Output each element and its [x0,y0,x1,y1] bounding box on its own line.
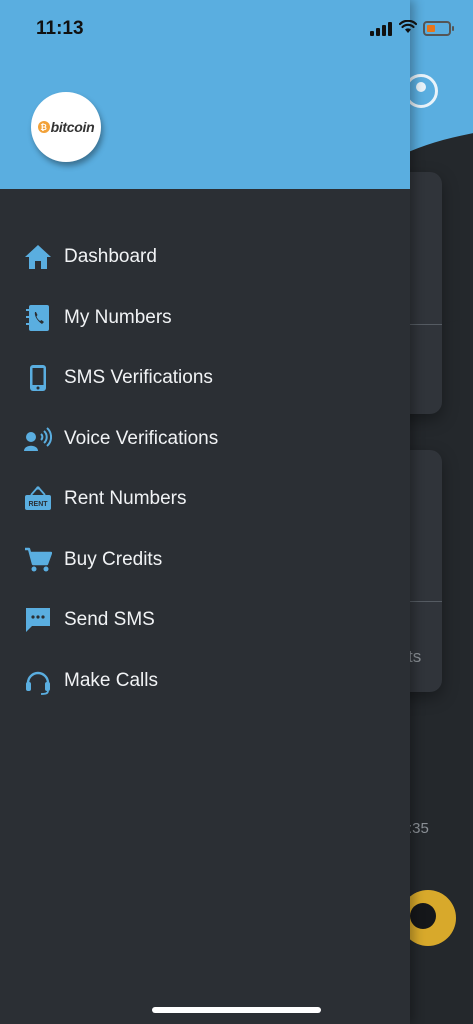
menu-item-send-sms[interactable]: Send SMS [0,590,410,651]
rent-sign-icon: RENT [24,485,52,513]
home-icon [24,243,52,271]
menu-item-buy-credits[interactable]: Buy Credits [0,530,410,591]
menu-item-label: Make Calls [64,669,158,691]
cellular-signal-icon [370,22,392,36]
bitcoin-logo: ₿ bitcoin [31,92,101,162]
menu-item-sms-verifications[interactable]: SMS Verifications [0,348,410,409]
logo-text: bitcoin [50,119,95,135]
menu-item-my-numbers[interactable]: My Numbers [0,288,410,349]
battery-icon [423,21,454,36]
svg-text:RENT: RENT [28,501,48,508]
menu-item-label: Buy Credits [64,548,163,570]
menu-item-voice-verifications[interactable]: Voice Verifications [0,409,410,470]
home-indicator[interactable] [152,1007,321,1013]
background-time-text: :35 [408,820,429,837]
chat-bubble-icon [24,606,52,634]
menu-item-make-calls[interactable]: Make Calls [0,651,410,712]
menu-item-label: Dashboard [64,246,157,268]
wifi-icon [398,19,418,39]
menu-item-dashboard[interactable]: Dashboard [0,227,410,288]
phonebook-icon [24,304,52,332]
headset-icon [24,667,52,695]
menu-item-label: SMS Verifications [64,367,213,389]
navigation-drawer: ₿ bitcoin Dashboard My Numbers SMS Verif… [0,0,410,1024]
cart-icon [24,546,52,574]
menu-item-label: My Numbers [64,306,172,328]
status-bar: 11:13 [0,0,473,58]
status-time: 11:13 [36,18,84,39]
chat-icon [410,903,436,929]
menu-item-label: Voice Verifications [64,427,219,449]
drawer-menu: Dashboard My Numbers SMS Verifications V… [0,227,410,711]
mobile-phone-icon [24,364,52,392]
menu-item-rent-numbers[interactable]: RENT Rent Numbers [0,469,410,530]
menu-item-label: Rent Numbers [64,488,187,510]
bitcoin-coin-icon: ₿ [37,121,50,133]
voice-icon [24,425,52,453]
menu-item-label: Send SMS [64,609,155,631]
